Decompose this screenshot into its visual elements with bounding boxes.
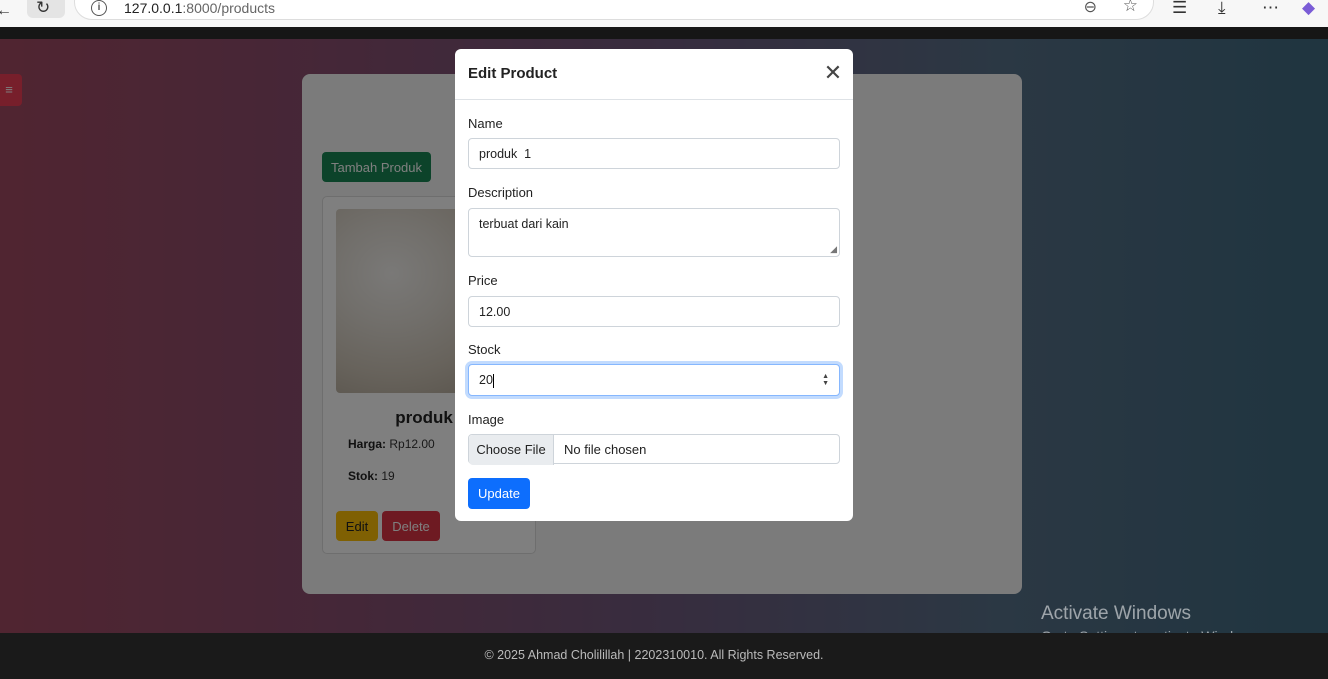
close-icon[interactable]: ✕ [821,61,845,85]
footer: © 2025 Ahmad Cholilillah | 2202310010. A… [0,633,1328,679]
favorite-star-icon[interactable]: ☆ [1123,0,1138,16]
file-status: No file chosen [564,442,647,457]
footer-text: © 2025 Ahmad Cholilillah | 2202310010. A… [484,648,824,662]
reload-button[interactable]: ↻ [27,0,65,18]
stepper-icon[interactable]: ▲ ▼ [822,373,829,387]
site-info-icon[interactable]: i [91,0,107,16]
browser-toolbar: ← ↻ i 127.0.0.1:8000/products ⊖ ☆ ☰ ⤓ ⋯ … [0,0,1328,27]
downloads-icon[interactable]: ⤓ [1218,0,1226,18]
resize-handle-icon[interactable]: ◢ [830,245,837,254]
reload-icon: ↻ [36,0,51,17]
more-options-icon[interactable]: ⋯ [1262,0,1279,18]
zoom-icon[interactable]: ⊖ [1084,0,1097,17]
choose-file-button[interactable]: Choose File [469,435,554,465]
address-bar[interactable]: i 127.0.0.1:8000/products ⊖ ☆ [74,0,1154,20]
favorites-list-icon[interactable]: ☰ [1172,0,1187,18]
price-label: Price [468,273,498,288]
modal-title: Edit Product [468,65,558,82]
description-label: Description [468,185,534,200]
description-textarea[interactable]: terbuat dari kain ◢ [468,208,840,257]
text-caret [492,373,494,388]
price-input[interactable]: 12.00 [468,296,840,327]
url-text: 127.0.0.1:8000/products [124,0,276,16]
stock-input[interactable]: 20 ▲ ▼ [468,364,840,396]
image-label: Image [468,412,505,427]
back-arrow-icon[interactable]: ← [0,2,12,20]
name-input[interactable]: produk 1 [468,138,840,169]
image-file-input[interactable]: Choose File No file chosen [468,434,840,465]
edit-product-modal: Edit Product ✕ Name produk 1 Description… [455,49,853,521]
update-button[interactable]: Update [468,478,530,509]
modal-header: Edit Product ✕ [455,49,853,100]
copilot-icon[interactable]: ◆ [1302,0,1315,18]
stock-label: Stock [468,342,501,357]
name-label: Name [468,116,503,131]
top-strip [0,27,1328,39]
